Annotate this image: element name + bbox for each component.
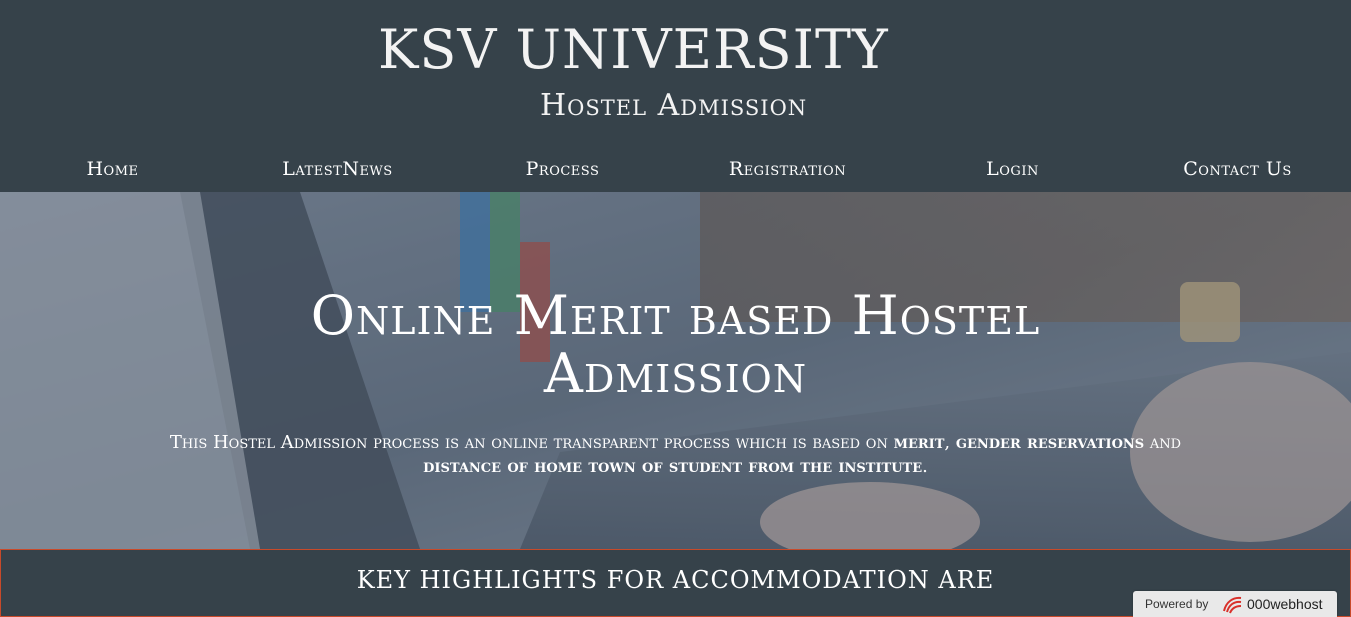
hero-desc-end: . [922, 456, 928, 477]
hero-banner: Online Merit based Hostel Admission This… [0, 192, 1351, 549]
nav-process[interactable]: Process [450, 158, 675, 180]
hero-desc-intro: This Hostel Admission process is an onli… [169, 432, 894, 453]
hero-desc-gender: gender reservations [955, 432, 1145, 453]
nav-contact-us[interactable]: Contact Us [1125, 158, 1350, 180]
site-header: KSV UNIVERSITY Hostel Admission Home Lat… [0, 0, 1351, 192]
000webhost-logo-icon [1223, 596, 1242, 614]
nav-login[interactable]: Login [900, 158, 1125, 180]
hero-desc-sep: , [944, 432, 956, 453]
hero-desc-distance: distance of home town of student from th… [423, 456, 923, 477]
main-navigation: Home LatestNews Process Registration Log… [0, 150, 1351, 192]
university-title: KSV UNIVERSITY [378, 18, 889, 81]
nav-registration[interactable]: Registration [675, 158, 900, 180]
nav-home[interactable]: Home [0, 158, 225, 180]
hero-desc-and: and [1144, 432, 1182, 453]
hostel-admission-subtitle: Hostel Admission [540, 88, 808, 123]
hero-title: Online Merit based Hostel Admission [310, 284, 1041, 405]
key-highlights-title: KEY HIGHLIGHTS FOR ACCOMMODATION ARE [356, 566, 995, 594]
hero-description: This Hostel Admission process is an onli… [140, 431, 1211, 479]
000webhost-brand: 000webhost [1247, 596, 1323, 612]
hero-desc-merit: merit [893, 432, 945, 453]
nav-latest-news[interactable]: LatestNews [225, 158, 450, 180]
powered-by-text: Powered by [1145, 597, 1209, 611]
powered-by-badge[interactable]: Powered by 000webhost [1133, 591, 1337, 617]
